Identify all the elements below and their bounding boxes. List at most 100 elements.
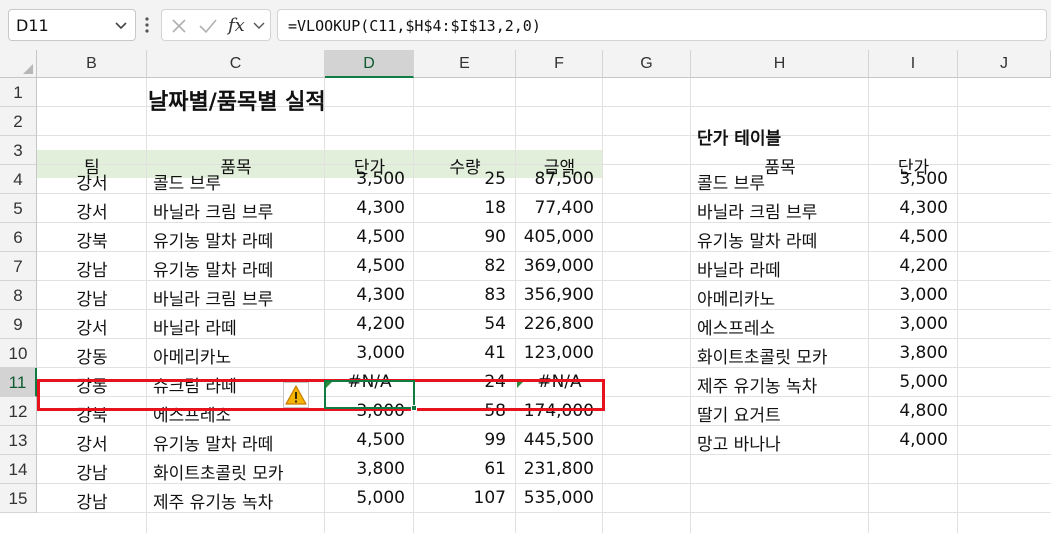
price-table-item[interactable]: 콜드 브루 [697, 169, 867, 194]
cell-price[interactable]: 3,800 [325, 459, 405, 479]
price-table-item[interactable]: 바닐라 라떼 [697, 256, 867, 281]
price-table-item[interactable]: 딸기 요거트 [697, 401, 867, 426]
cell-team[interactable]: 강남 [37, 488, 147, 513]
cell-qty[interactable]: 25 [414, 169, 506, 189]
cell-price[interactable]: 3,000 [325, 343, 405, 363]
cell-amount[interactable]: 356,900 [516, 285, 594, 305]
fx-icon[interactable]: fx [226, 14, 248, 36]
cell-team[interactable]: 강서 [37, 169, 147, 194]
price-table-price[interactable]: 3,000 [869, 314, 948, 334]
cell-qty[interactable]: 54 [414, 314, 506, 334]
price-table-price[interactable]: 3,000 [869, 285, 948, 305]
price-table-title[interactable]: 단가 테이블 [697, 124, 781, 149]
cell-amount[interactable]: 405,000 [516, 227, 594, 247]
active-cell[interactable] [324, 380, 417, 411]
price-table-item[interactable]: 유기농 말차 라떼 [697, 227, 867, 252]
cell-team[interactable]: 강서 [37, 198, 147, 223]
enter-icon[interactable] [198, 17, 218, 35]
row-header-12[interactable]: 12 [0, 397, 37, 426]
row-header-11[interactable]: 11 [0, 368, 37, 397]
cell-amount[interactable]: 77,400 [516, 198, 594, 218]
price-table-item[interactable]: 망고 바나나 [697, 430, 867, 455]
cell-team[interactable]: 강북 [37, 227, 147, 252]
row-header-15[interactable]: 15 [0, 484, 37, 513]
cancel-icon[interactable] [170, 17, 188, 35]
price-table-price[interactable]: 4,000 [869, 430, 948, 450]
chevron-down-icon[interactable] [252, 18, 266, 32]
cell-item[interactable]: 제주 유기농 녹차 [153, 488, 323, 513]
price-table-price[interactable]: 4,800 [869, 401, 948, 421]
cell-price[interactable]: 4,300 [325, 198, 405, 218]
price-table-price[interactable]: 5,000 [869, 372, 948, 392]
price-table-price[interactable]: 4,300 [869, 198, 948, 218]
price-table-item[interactable]: 제주 유기농 녹차 [697, 372, 867, 397]
cell-amount[interactable]: 445,500 [516, 430, 594, 450]
row-header-2[interactable]: 2 [0, 107, 37, 136]
cell-item[interactable]: 바닐라 라떼 [153, 314, 323, 339]
cell-item[interactable]: 바닐라 크림 브루 [153, 198, 323, 223]
column-header-j[interactable]: J [958, 50, 1051, 78]
cell-qty[interactable]: 18 [414, 198, 506, 218]
column-header-h[interactable]: H [691, 50, 869, 78]
cell-amount[interactable]: 231,800 [516, 459, 594, 479]
cell-team[interactable]: 강남 [37, 256, 147, 281]
cell-qty[interactable]: 83 [414, 285, 506, 305]
column-header-i[interactable]: I [869, 50, 958, 78]
cell-team[interactable]: 강남 [37, 285, 147, 310]
cell-item[interactable]: 유기농 말차 라떼 [153, 430, 323, 455]
price-table-price[interactable]: 3,800 [869, 343, 948, 363]
column-header-g[interactable]: G [603, 50, 691, 78]
kebab-icon[interactable] [144, 14, 150, 36]
price-table-item[interactable]: 아메리카노 [697, 285, 867, 310]
cell-item[interactable]: 유기농 말차 라떼 [153, 256, 323, 281]
cell-price[interactable]: 4,200 [325, 314, 405, 334]
cell-amount[interactable]: 226,800 [516, 314, 594, 334]
cell-item[interactable]: 아메리카노 [153, 343, 323, 368]
cell-qty[interactable]: 107 [414, 488, 506, 508]
price-table-item[interactable]: 바닐라 크림 브루 [697, 198, 867, 223]
cell-team[interactable]: 강서 [37, 430, 147, 455]
row-header-1[interactable]: 1 [0, 78, 37, 107]
cell-qty[interactable]: 61 [414, 459, 506, 479]
row-header-3[interactable]: 3 [0, 136, 37, 165]
row-header-14[interactable]: 14 [0, 455, 37, 484]
cell-amount[interactable]: 87,500 [516, 169, 594, 189]
cell-amount[interactable]: 535,000 [516, 488, 594, 508]
row-header-4[interactable]: 4 [0, 165, 37, 194]
row-header-7[interactable]: 7 [0, 252, 37, 281]
cell-team[interactable]: 강서 [37, 314, 147, 339]
cell-price[interactable]: 4,500 [325, 256, 405, 276]
select-all-corner[interactable] [0, 50, 37, 78]
worksheet-grid[interactable]: BCDEFGHIJ 1 2 3 4 5 6 7 8 9 10 11 12 13 14 15 날짜별/품목별 … [0, 50, 1051, 533]
row-header-8[interactable]: 8 [0, 281, 37, 310]
sheet-title[interactable]: 날짜별/품목별 실적 [148, 84, 326, 116]
cell-price[interactable]: 5,000 [325, 488, 405, 508]
price-table-price[interactable]: 3,500 [869, 169, 948, 189]
name-box[interactable]: D11 [8, 9, 136, 41]
cell-qty[interactable]: 90 [414, 227, 506, 247]
cell-amount[interactable]: 369,000 [516, 256, 594, 276]
price-table-item[interactable]: 화이트초콜릿 모카 [697, 343, 867, 368]
column-header-c[interactable]: C [147, 50, 325, 78]
cell-price[interactable]: 4,500 [325, 430, 405, 450]
formula-input[interactable]: =VLOOKUP(C11,$H$4:$I$13,2,0) [277, 9, 1047, 41]
fill-handle[interactable] [411, 405, 417, 411]
column-header-e[interactable]: E [414, 50, 516, 78]
chevron-down-icon[interactable] [113, 17, 129, 33]
row-header-6[interactable]: 6 [0, 223, 37, 252]
price-table-price[interactable]: 4,200 [869, 256, 948, 276]
column-header-d[interactable]: D [325, 50, 414, 78]
cell-team[interactable]: 강남 [37, 459, 147, 484]
cell-qty[interactable]: 82 [414, 256, 506, 276]
cell-team[interactable]: 강동 [37, 343, 147, 368]
cell-qty[interactable]: 41 [414, 343, 506, 363]
cell-price[interactable]: 4,500 [325, 227, 405, 247]
cell-item[interactable]: 화이트초콜릿 모카 [153, 459, 323, 484]
row-header-9[interactable]: 9 [0, 310, 37, 339]
row-header-5[interactable]: 5 [0, 194, 37, 223]
cell-item[interactable]: 유기농 말차 라떼 [153, 227, 323, 252]
cell-item[interactable]: 콜드 브루 [153, 169, 323, 194]
row-header-13[interactable]: 13 [0, 426, 37, 455]
cell-price[interactable]: 3,500 [325, 169, 405, 189]
cell-qty[interactable]: 99 [414, 430, 506, 450]
